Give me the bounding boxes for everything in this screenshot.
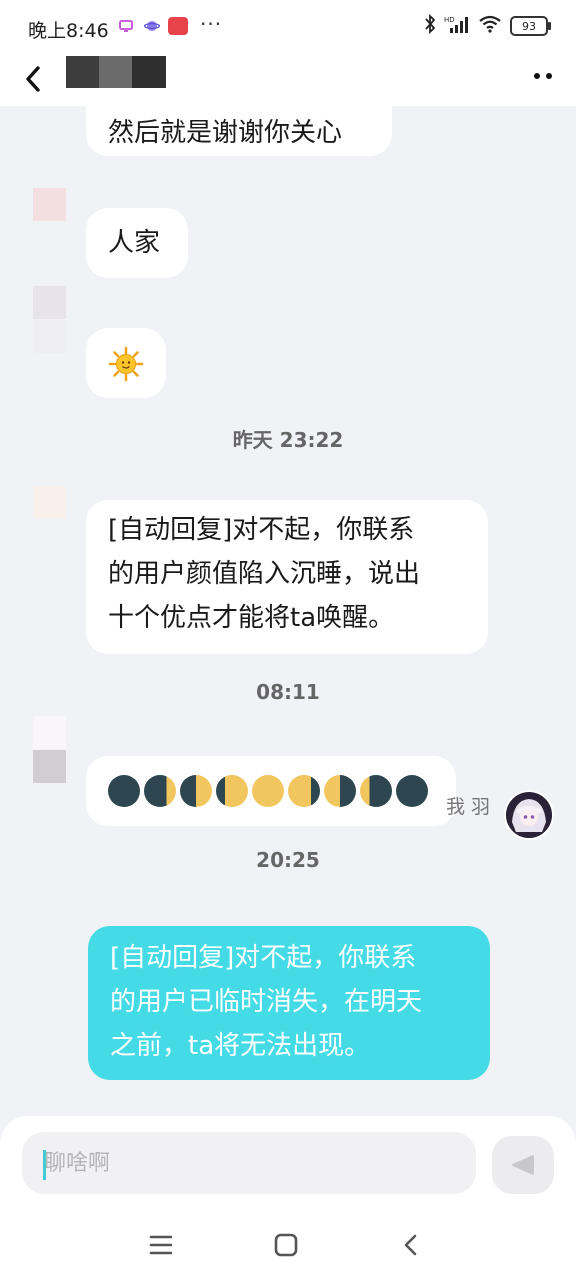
my-avatar[interactable] — [504, 790, 554, 840]
bluetooth-icon — [424, 13, 436, 38]
timestamp: 20:25 — [256, 848, 320, 872]
message-bubble-outgoing[interactable]: [自动回复]对不起，你联系 的用户已临时消失，在明天 之前，ta将无法出现。 — [88, 926, 490, 1080]
waning-crescent-moon-icon — [360, 775, 392, 807]
full-moon-icon — [252, 775, 284, 807]
sun-emoji — [108, 346, 144, 381]
avatar-shadow — [33, 320, 66, 353]
message-text: 人家 — [108, 228, 161, 258]
avatar-shadow — [33, 750, 66, 783]
wifi-icon — [478, 14, 502, 38]
moon-phases-emoji — [108, 756, 456, 826]
last-quarter-moon-icon — [324, 775, 356, 807]
message-bubble-incoming[interactable] — [86, 328, 166, 398]
text-cursor — [43, 1150, 46, 1180]
message-bubble-incoming[interactable]: [自动回复]对不起，你联系 的用户颜值陷入沉睡，说出 十个优点才能将ta唤醒。 — [86, 500, 488, 654]
svg-text:HD: HD — [444, 16, 455, 24]
status-more-dots: ··· — [200, 12, 223, 36]
sender-name: 我 羽 — [445, 796, 490, 818]
message-text: 然后就是谢谢你关心 — [108, 118, 343, 148]
home-button[interactable] — [271, 1230, 301, 1260]
input-bar — [0, 1116, 576, 1212]
message-list[interactable]: 然后就是谢谢你关心 人家 昨天 23:22 [自动回复]对不起，你联系 的用户颜… — [0, 106, 576, 1116]
message-bubble-incoming[interactable]: 然后就是谢谢你关心 — [86, 106, 392, 156]
first-quarter-moon-icon — [180, 775, 212, 807]
new-moon-icon — [108, 775, 140, 807]
avatar[interactable] — [33, 188, 66, 221]
message-bubble-incoming[interactable]: 人家 — [86, 208, 188, 278]
more-button[interactable] — [528, 66, 558, 86]
home-square-icon — [274, 1233, 298, 1257]
waxing-crescent-moon-icon — [144, 775, 176, 807]
waning-gibbous-moon-icon — [288, 775, 320, 807]
app-red-icon — [168, 17, 188, 35]
message-line: [自动回复]对不起，你联系 — [110, 943, 417, 973]
contact-name-redacted[interactable] — [66, 56, 166, 88]
app-planet-icon — [143, 18, 161, 34]
message-line: 十个优点才能将ta唤醒。 — [108, 603, 395, 633]
status-bar: 晚上8:46 ··· HD 93 — [0, 0, 576, 56]
message-line: [自动回复]对不起，你联系 — [108, 515, 415, 545]
chevron-left-icon — [26, 66, 40, 92]
message-bubble-incoming[interactable] — [86, 756, 456, 826]
waxing-gibbous-moon-icon — [216, 775, 248, 807]
system-back-button[interactable] — [396, 1230, 426, 1260]
hd-signal-icon: HD — [444, 14, 470, 38]
system-nav-bar — [0, 1212, 576, 1280]
menu-button[interactable] — [146, 1230, 176, 1260]
avatar[interactable] — [33, 716, 66, 749]
more-dots-icon — [534, 73, 540, 79]
battery-icon: 93 — [510, 16, 551, 36]
back-chevron-icon — [404, 1234, 417, 1256]
status-time: 晚上8:46 — [28, 20, 109, 42]
message-line: 的用户颜值陷入沉睡，说出 — [108, 559, 421, 589]
send-button[interactable] — [492, 1136, 554, 1194]
message-line: 的用户已临时消失，在明天 — [110, 987, 423, 1017]
timestamp: 昨天 23:22 — [232, 428, 344, 452]
chat-header — [0, 56, 576, 106]
back-button[interactable] — [16, 60, 52, 100]
avatar[interactable] — [33, 486, 66, 519]
timestamp: 08:11 — [256, 680, 320, 704]
app-tv-icon — [118, 18, 134, 34]
menu-icon — [149, 1235, 173, 1255]
message-line: 之前，ta将无法出现。 — [110, 1031, 371, 1061]
avatar[interactable] — [33, 286, 66, 319]
message-input[interactable] — [22, 1132, 476, 1194]
send-triangle-icon — [512, 1155, 534, 1175]
new-moon-icon — [396, 775, 428, 807]
